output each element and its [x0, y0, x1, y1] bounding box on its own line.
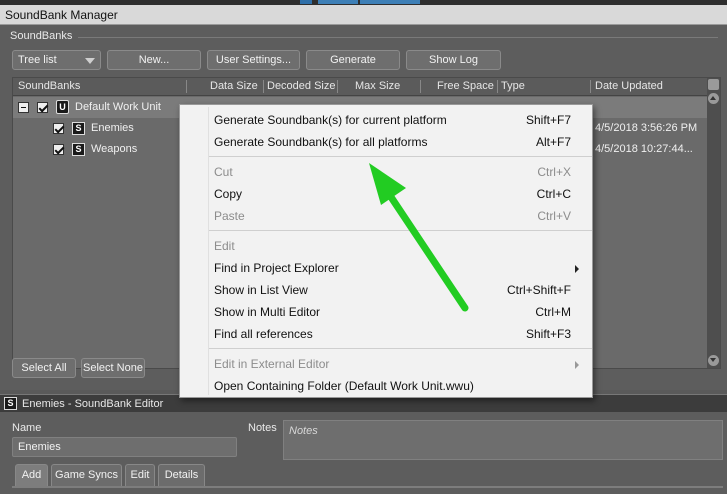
- annotation-arrow-icon: [369, 163, 469, 312]
